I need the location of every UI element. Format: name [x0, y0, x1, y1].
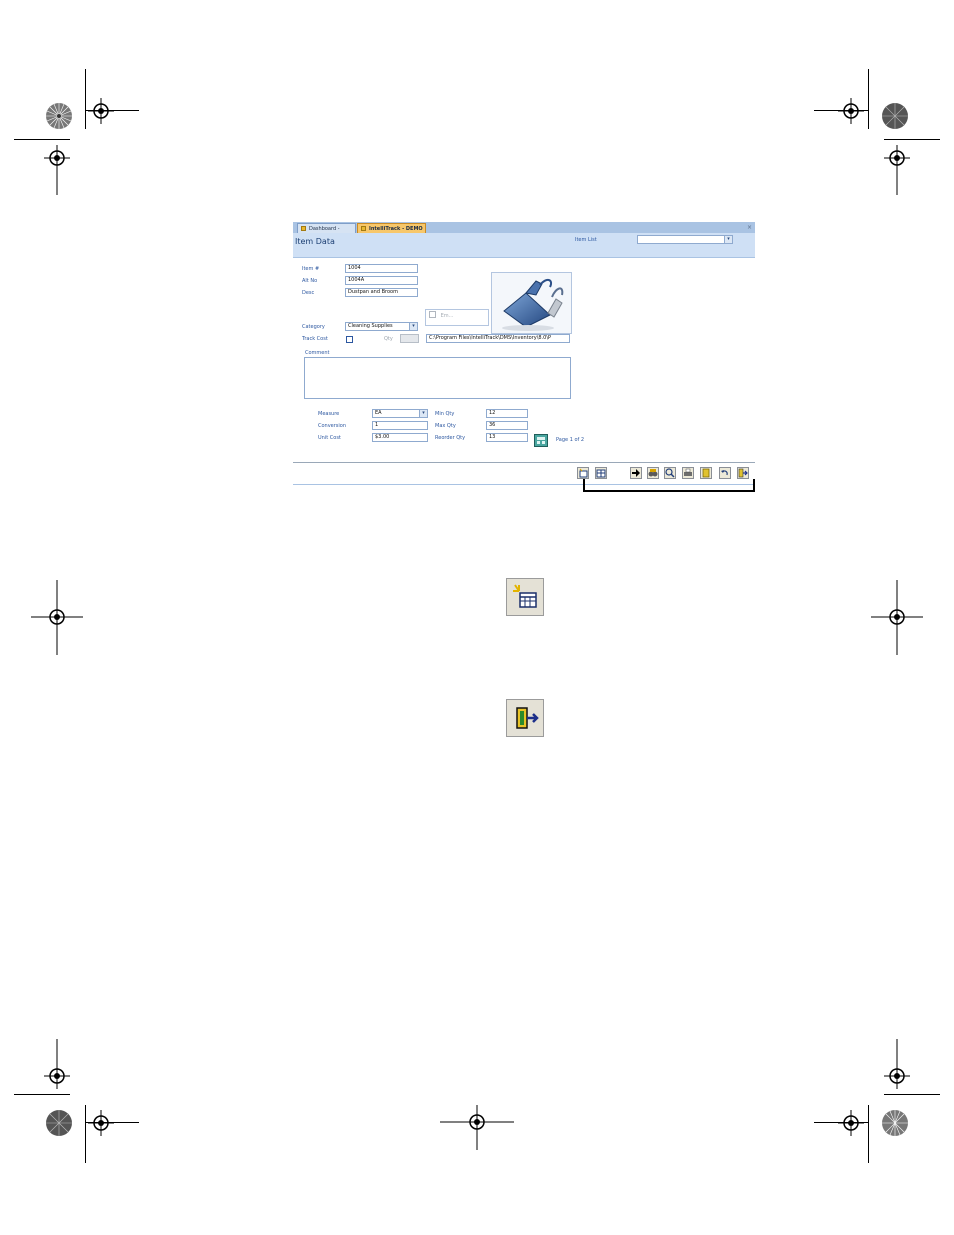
new-record-icon [513, 584, 537, 608]
chevron-down-icon[interactable]: ▾ [419, 410, 427, 417]
category-label: Category [302, 324, 325, 330]
close-tab-icon[interactable]: × [747, 222, 752, 233]
tab-item-data[interactable]: IntelliTrack - DEMO [357, 223, 426, 233]
crop-mark [14, 1094, 70, 1095]
registration-crosshair-icon [838, 98, 864, 124]
calculator-icon[interactable] [534, 434, 548, 447]
exit-button[interactable] [737, 467, 749, 479]
max-qty-label: Max Qty [435, 423, 456, 429]
category-select[interactable]: Cleaning Supplies ▾ [345, 322, 418, 331]
exit-door-icon [516, 707, 539, 729]
exit-button-enlarged [506, 699, 544, 737]
item-no-label: Item # [302, 266, 320, 272]
registration-crosshair-icon [31, 580, 83, 655]
item-list-label: Item List [575, 237, 597, 243]
measure-select[interactable]: EA ▾ [372, 409, 428, 418]
item-no-field[interactable]: 1004 [345, 264, 418, 273]
calendar-grid-icon [596, 469, 606, 478]
exit-door-icon [738, 468, 748, 478]
registration-crosshair-icon [88, 98, 114, 124]
print-icon [684, 468, 692, 476]
measure-label: Measure [318, 411, 340, 417]
crop-mark [884, 139, 940, 140]
dustpan-broom-icon [502, 279, 564, 331]
form-header: Item Data Item List ▾ [293, 233, 755, 258]
new-record-button[interactable] [577, 467, 589, 479]
embedded-image-option[interactable]: Em... [425, 309, 489, 326]
registration-starburst-icon [46, 1110, 72, 1136]
registration-crosshair-icon [44, 1039, 70, 1089]
binoculars-icon [648, 469, 658, 477]
calendar-grid-button[interactable] [595, 467, 607, 479]
report-button[interactable] [700, 467, 712, 479]
toolbar-callout-bracket [583, 479, 755, 492]
document-tab-bar: Dashboard - DEMO IntelliTrack - DEMO × [293, 222, 755, 242]
chevron-down-icon[interactable]: ▾ [409, 323, 417, 330]
track-cost-checkbox[interactable] [346, 336, 353, 343]
tab-label: IntelliTrack - DEMO [369, 226, 423, 232]
crop-mark [14, 139, 70, 140]
registration-crosshair-icon [884, 145, 910, 195]
unit-cost-label: Unit Cost [318, 435, 341, 441]
crop-mark [85, 69, 86, 129]
crop-mark [868, 69, 869, 129]
page-title: Item Data [295, 237, 335, 246]
registration-starburst-icon [882, 1110, 908, 1136]
image-path-field[interactable]: C:\Program Files\IntelliTrack\DMS\Invent… [426, 334, 570, 343]
print-button[interactable] [682, 467, 694, 479]
reorder-qty-field[interactable]: 13 [486, 433, 528, 442]
next-record-button[interactable] [630, 467, 642, 479]
unit-cost-field[interactable]: $3.00 [372, 433, 428, 442]
alt-no-label: Alt No [302, 278, 318, 284]
desc-label: Desc [302, 290, 315, 296]
registration-crosshair-icon [440, 1105, 514, 1150]
item-list-select[interactable]: ▾ [637, 235, 733, 244]
new-record-icon [579, 468, 588, 478]
registration-starburst-icon [882, 103, 908, 129]
qty-field [400, 334, 419, 343]
form-icon [301, 226, 306, 231]
track-cost-label: Track Cost [302, 336, 328, 342]
search-icon [665, 468, 675, 478]
qty-label: Qty [384, 336, 393, 342]
embedded-checkbox[interactable] [429, 311, 436, 318]
arrow-right-icon [632, 469, 640, 477]
search-button[interactable] [664, 467, 676, 479]
registration-crosshair-icon [44, 145, 70, 195]
conversion-field[interactable]: 1 [372, 421, 428, 430]
report-icon [702, 468, 710, 478]
comment-textarea[interactable] [304, 357, 571, 399]
form-icon [361, 226, 366, 231]
embedded-label: Em... [440, 313, 454, 319]
reorder-qty-label: Reorder Qty [435, 435, 466, 441]
alt-no-field[interactable]: 1004A [345, 276, 418, 285]
new-record-button-enlarged [506, 578, 544, 616]
min-qty-label: Min Qty [435, 411, 455, 417]
undo-icon [721, 470, 728, 476]
crop-mark [884, 1094, 940, 1095]
tab-dashboard[interactable]: Dashboard - DEMO [297, 223, 356, 242]
registration-crosshair-icon [88, 1110, 114, 1136]
crop-mark [85, 1105, 86, 1163]
item-image [491, 272, 572, 334]
conversion-label: Conversion [318, 423, 347, 429]
page-indicator: Page 1 of 2 [556, 437, 585, 443]
find-record-button[interactable] [647, 467, 659, 479]
comment-label: Comment [305, 350, 330, 356]
item-data-window: Dashboard - DEMO IntelliTrack - DEMO × I… [293, 222, 755, 485]
min-qty-field[interactable]: 12 [486, 409, 528, 418]
registration-starburst-icon [46, 103, 72, 129]
max-qty-field[interactable]: 36 [486, 421, 528, 430]
desc-field[interactable]: Dustpan and Broom [345, 288, 418, 297]
registration-crosshair-icon [838, 1110, 864, 1136]
chevron-down-icon[interactable]: ▾ [724, 236, 732, 243]
registration-crosshair-icon [871, 580, 923, 655]
crop-mark [868, 1105, 869, 1163]
undo-button[interactable] [719, 467, 731, 479]
registration-crosshair-icon [884, 1039, 910, 1089]
